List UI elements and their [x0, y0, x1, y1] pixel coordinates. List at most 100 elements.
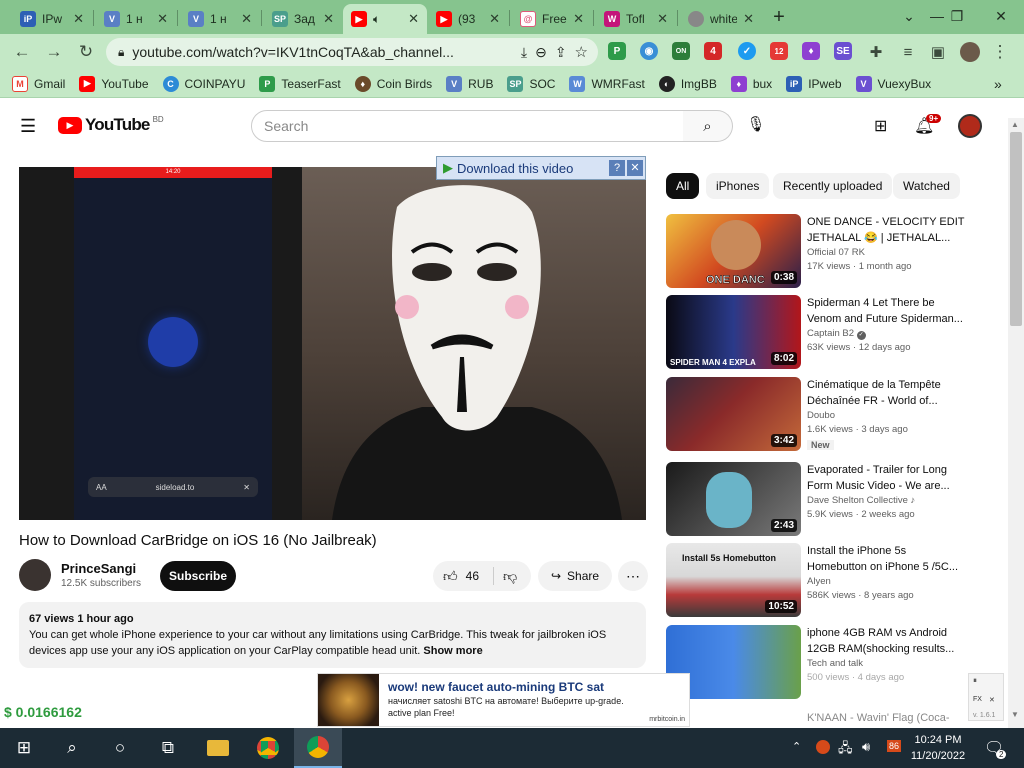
- globe-ext-icon[interactable]: ◉: [640, 42, 658, 60]
- bookmark-wmrfast[interactable]: W WMRFast: [569, 75, 645, 92]
- video-thumbnail[interactable]: 3:42: [666, 377, 801, 451]
- tray-expand-icon[interactable]: ⌃: [792, 740, 801, 753]
- browser-tab[interactable]: @ Free ✕: [512, 4, 592, 34]
- channel-avatar[interactable]: [19, 559, 51, 591]
- close-icon[interactable]: ✕: [657, 11, 668, 27]
- chrome-icon[interactable]: [244, 728, 292, 768]
- like-icon[interactable]: 👍︎: [443, 568, 458, 585]
- hamburger-icon[interactable]: ☰: [20, 116, 36, 137]
- recommendation-title[interactable]: ONE DANCE - VELOCITY EDIT JETHALAL 😂 | J…: [807, 214, 967, 246]
- close-icon[interactable]: ✕: [989, 696, 995, 704]
- speaker-icon[interactable]: 🔈︎: [373, 12, 380, 27]
- bookmark-bux[interactable]: ♦ bux: [730, 75, 772, 92]
- browser-tab[interactable]: V 1 н ✕: [180, 4, 260, 34]
- chip-recently-uploaded[interactable]: Recently uploaded: [773, 173, 893, 199]
- description-box[interactable]: 67 views 1 hour ago You can get whole iP…: [19, 602, 646, 668]
- close-icon[interactable]: ✕: [157, 11, 168, 27]
- share-button[interactable]: ↪ Share: [538, 561, 612, 591]
- close-icon[interactable]: ✕: [743, 11, 754, 27]
- side-panel-icon[interactable]: ▣: [926, 40, 950, 64]
- fx-toggle[interactable]: FX: [973, 696, 982, 703]
- dislike-icon[interactable]: 👎︎: [503, 568, 517, 585]
- recommendation-channel[interactable]: Tech and talk: [807, 657, 967, 671]
- scrollbar-thumb[interactable]: [1010, 132, 1022, 326]
- recommendation-title[interactable]: Cinématique de la Tempête Déchaînée FR -…: [807, 377, 967, 409]
- bookmark-teaserfast[interactable]: P TeaserFast: [259, 75, 341, 92]
- close-icon[interactable]: ✕: [489, 11, 500, 27]
- pause-icon[interactable]: ⏸: [973, 676, 977, 686]
- new-tab-button[interactable]: +: [768, 4, 790, 30]
- tray-app-icon[interactable]: [816, 740, 830, 754]
- recommendation-title[interactable]: Spiderman 4 Let There be Venom and Futur…: [807, 295, 967, 327]
- recommendation-title[interactable]: iphone 4GB RAM vs Android 12GB RAM(shock…: [807, 625, 967, 657]
- search-icon[interactable]: ⌕: [48, 728, 96, 768]
- browser-tab-active[interactable]: ▶ 🔈︎ ✕: [343, 4, 427, 34]
- se-ext-icon[interactable]: SE: [834, 42, 852, 60]
- profile-avatar[interactable]: [958, 40, 982, 64]
- account-avatar[interactable]: [958, 114, 982, 138]
- forward-icon[interactable]: →: [42, 40, 66, 64]
- close-icon[interactable]: ✕: [573, 11, 584, 27]
- close-icon[interactable]: ✕: [323, 11, 334, 27]
- network-icon[interactable]: 🖧︎: [838, 739, 853, 761]
- recommendation-item[interactable]: 2:43 Evaporated - Trailer for Long Form …: [666, 462, 1006, 540]
- cortana-icon[interactable]: ○: [96, 728, 144, 768]
- recommendation-channel[interactable]: Captain B2 ✓: [807, 327, 967, 341]
- chip-watched[interactable]: Watched: [893, 173, 960, 199]
- window-close-icon[interactable]: ✕: [978, 0, 1024, 32]
- recommendation-title[interactable]: Install the iPhone 5s Homebutton on iPho…: [807, 543, 967, 575]
- file-explorer-icon[interactable]: [194, 728, 242, 768]
- ad-source[interactable]: mrbitcoin.in: [649, 716, 685, 723]
- tray-badge[interactable]: 86: [887, 740, 902, 752]
- on-ext-icon[interactable]: ON: [672, 42, 690, 60]
- video-thumbnail[interactable]: 2:43: [666, 462, 801, 536]
- recommendation-item[interactable]: iphone 4GB RAM vs Android 12GB RAM(shock…: [666, 625, 1006, 703]
- close-icon[interactable]: ✕: [408, 11, 419, 27]
- media-control-icon[interactable]: ≡: [896, 40, 920, 64]
- count-ext-icon[interactable]: 4: [704, 42, 722, 60]
- bookmark-gmail[interactable]: M Gmail: [12, 75, 65, 92]
- close-icon[interactable]: ✕: [627, 160, 643, 176]
- youtube-logo[interactable]: ▶ YouTube BD: [58, 115, 164, 135]
- search-input[interactable]: Search: [251, 110, 684, 142]
- recommendation-channel[interactable]: Official 07 RK: [807, 246, 967, 260]
- scroll-down-icon[interactable]: ▼: [1011, 710, 1019, 719]
- bookmark-ipweb[interactable]: iP IPweb: [786, 75, 842, 92]
- search-button[interactable]: ⌕: [683, 110, 733, 142]
- video-thumbnail[interactable]: ONE DANC 0:38: [666, 214, 801, 288]
- address-bar[interactable]: 🔒︎ youtube.com/watch?v=IKV1tnCoqTA&ab_ch…: [106, 38, 598, 66]
- url-text[interactable]: youtube.com/watch?v=IKV1tnCoqTA&ab_chann…: [132, 44, 512, 60]
- bookmark-star-icon[interactable]: ☆: [575, 43, 588, 61]
- restore-icon[interactable]: ❐: [934, 0, 980, 32]
- reload-icon[interactable]: ↻: [74, 40, 98, 64]
- subscribe-button[interactable]: Subscribe: [160, 561, 236, 591]
- video-thumbnail[interactable]: SPIDER MAN 4 EXPLA 8:02: [666, 295, 801, 369]
- clock[interactable]: 10:24 PM 11/20/2022: [908, 732, 968, 764]
- ad-title[interactable]: wow! new faucet auto-mining BTC sat: [388, 680, 604, 694]
- browser-tab[interactable]: ▶ (93 ✕: [428, 4, 508, 34]
- bookmark-youtube[interactable]: ▶ YouTube: [79, 75, 149, 92]
- browser-tab[interactable]: SP Зад ✕: [264, 4, 342, 34]
- verified-ext-icon[interactable]: ✓: [738, 42, 756, 60]
- recommendation-title-partial[interactable]: K'NAAN - Wavin' Flag (Coca-: [807, 712, 950, 724]
- volume-icon[interactable]: 🔊︎: [862, 739, 870, 755]
- more-actions-icon[interactable]: ⋯: [618, 561, 648, 591]
- browser-tab[interactable]: iP IPw ✕: [12, 4, 92, 34]
- teaserfast-ext-icon[interactable]: P: [608, 42, 626, 60]
- browser-tab[interactable]: W Tofl ✕: [596, 4, 676, 34]
- help-icon[interactable]: ?: [609, 160, 625, 176]
- video-thumbnail[interactable]: Install 5s Homebutton 10:52: [666, 543, 801, 617]
- menu-icon[interactable]: ⋮: [988, 40, 1012, 64]
- recommendation-item[interactable]: SPIDER MAN 4 EXPLA 8:02 Spiderman 4 Let …: [666, 295, 1006, 373]
- close-icon[interactable]: ✕: [241, 11, 252, 27]
- mic-icon[interactable]: 🎙︎: [746, 115, 766, 137]
- recommendation-item[interactable]: ONE DANC 0:38 ONE DANCE - VELOCITY EDIT …: [666, 214, 1006, 292]
- extensions-icon[interactable]: ✚: [864, 40, 888, 64]
- install-icon[interactable]: ⤓: [521, 44, 527, 61]
- recommendation-item[interactable]: 3:42 Cinématique de la Tempête Déchaînée…: [666, 377, 1006, 455]
- share-icon[interactable]: ⇪: [555, 44, 567, 61]
- close-icon[interactable]: ✕: [73, 11, 84, 27]
- recommendation-channel[interactable]: Dave Shelton Collective ♪: [807, 494, 967, 508]
- bux-ext-icon[interactable]: ♦: [802, 42, 820, 60]
- bookmark-rub[interactable]: V RUB: [446, 75, 493, 92]
